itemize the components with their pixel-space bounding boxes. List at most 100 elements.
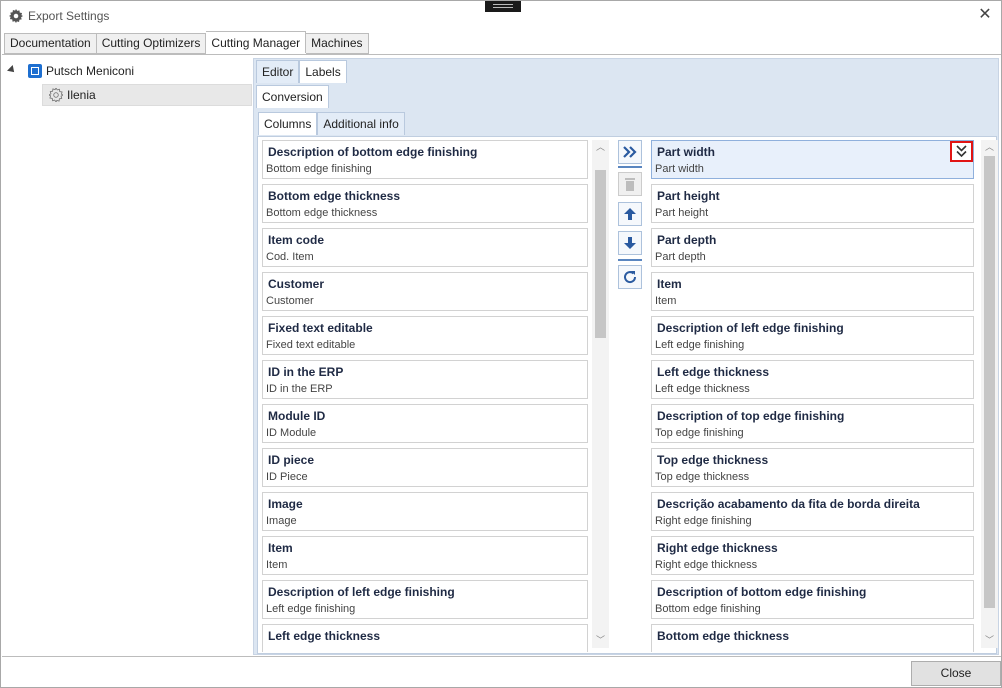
close-icon[interactable]: ✕ [977,6,993,24]
tab-cutting-optimizers[interactable]: Cutting Optimizers [96,33,207,54]
column-name: Module ID [268,409,326,423]
column-label: Item [655,295,677,307]
column-label: Left edge thickness [655,383,750,395]
machine-icon [28,64,42,78]
tab-machines[interactable]: Machines [306,33,369,54]
editor-tabs: Editor Labels [256,60,347,83]
tab-additional-info[interactable]: Additional info [317,112,405,135]
list-item[interactable]: Description of bottom edge finishing Bott… [651,580,974,619]
refresh-icon [624,271,637,284]
tab-cutting-manager[interactable]: Cutting Manager [206,31,307,53]
title-bar: Export Settings ✕ [1,1,1001,31]
list-item[interactable]: Description of top edge finishing Top edg… [651,404,974,443]
column-name: ID piece [268,453,315,467]
move-up-button[interactable] [618,202,642,226]
column-label: Image [266,515,297,527]
add-column-button[interactable] [618,140,642,164]
list-item[interactable]: Fixed text editable Fixed text editable [262,316,588,355]
column-label: Left edge finishing [266,603,356,615]
main-tabs: Documentation Cutting Optimizers Cutting… [4,31,369,54]
tab-columns[interactable]: Columns [258,112,318,135]
column-name: Right edge thickness [657,541,778,555]
column-name: Item [268,541,293,555]
list-item[interactable]: Bottom edge thickness Bottom edge thickne… [262,184,588,223]
window-drag-handle[interactable] [485,1,521,12]
list-item[interactable]: Customer Customer [262,272,588,311]
tree-node-root[interactable]: Putsch Meniconi [2,60,252,82]
list-item[interactable]: Left edge thickness Left edge thickness [651,360,974,399]
column-label: Top edge thickness [655,471,750,483]
gear-icon [9,9,23,23]
double-chevron-down-icon [956,145,967,158]
column-name: Bottom edge thickness [657,629,790,643]
column-label: ID in the ERP [266,383,333,395]
tab-editor[interactable]: Editor [256,60,300,83]
reset-button[interactable] [618,265,642,289]
tab-documentation[interactable]: Documentation [4,33,97,54]
list-item[interactable]: Image Image [262,492,588,531]
column-name: Part width [657,145,716,159]
expand-item-button[interactable] [950,141,973,162]
list-item[interactable]: ID in the ERP ID in the ERP [262,360,588,399]
list-item[interactable]: Description of left edge finishing Left e… [262,580,588,619]
double-chevron-right-icon [623,146,637,158]
list-item[interactable]: Left edge thickness [262,624,588,652]
list-item[interactable]: Item Item [651,272,974,311]
scroll-up-icon[interactable]: ︿ [981,140,998,155]
list-item[interactable]: Part width Part width [651,140,974,179]
collapse-icon[interactable] [7,65,17,75]
column-label: Right edge finishing [655,515,752,527]
tree-view: Putsch Meniconi Ilenia [2,55,253,655]
tab-labels[interactable]: Labels [299,60,347,83]
list-item[interactable]: Description of bottom edge finishing Bott… [262,140,588,179]
column-name: Left edge thickness [657,365,770,379]
list-item[interactable]: Descrição acabamento da fita de borda di… [651,492,974,531]
trash-icon [625,178,635,191]
list-item[interactable]: Item code Cod. Item [262,228,588,267]
column-label: Top edge finishing [655,427,744,439]
scroll-down-icon[interactable]: ﹀ [592,633,609,648]
column-label: Part depth [655,251,706,263]
list-item[interactable]: Part height Part height [651,184,974,223]
tab-conversion[interactable]: Conversion [256,85,329,108]
move-down-button[interactable] [618,231,642,255]
scroll-thumb[interactable] [595,170,606,338]
tree-node-child[interactable]: Ilenia [42,84,252,106]
list-item[interactable]: Description of left edge finishing Left e… [651,316,974,355]
window-title: Export Settings [28,9,110,23]
scroll-thumb[interactable] [984,156,995,608]
tree-node-label: Ilenia [67,88,96,102]
column-name: Descrição acabamento da fita de borda di… [657,497,920,511]
column-name: Description of bottom edge finishing [657,585,867,599]
list-item[interactable]: ID piece ID Piece [262,448,588,487]
column-label: Bottom edge finishing [266,163,372,175]
footer-divider [2,656,1001,657]
column-name: Description of bottom edge finishing [268,145,478,159]
column-name: ID in the ERP [268,365,344,379]
export-settings-window: Export Settings ✕ Documentation Cutting … [0,0,1002,688]
available-columns-scrollbar[interactable]: ︿ ﹀ [592,140,609,648]
column-label: Fixed text editable [266,339,356,351]
column-label: Bottom edge finishing [655,603,761,615]
available-columns-list: Description of bottom edge finishing Bott… [262,140,588,652]
column-label: Part width [655,163,704,175]
list-item[interactable]: Top edge thickness Top edge thickness [651,448,974,487]
scroll-up-icon[interactable]: ︿ [592,140,609,155]
tree-node-label: Putsch Meniconi [46,64,135,78]
settings-panel: Editor Labels Conversion Columns Additio… [253,58,999,655]
column-name: Description of top edge finishing [657,409,845,423]
close-button[interactable]: Close [911,661,1001,686]
list-item[interactable]: Part depth Part depth [651,228,974,267]
arrow-up-icon [624,208,636,220]
list-item[interactable]: Bottom edge thickness [651,624,974,652]
delete-column-button[interactable] [618,172,642,196]
list-item[interactable]: Module ID ID Module [262,404,588,443]
column-label: Cod. Item [266,251,314,263]
column-name: Bottom edge thickness [268,189,401,203]
column-label: Left edge finishing [655,339,745,351]
list-item[interactable]: Right edge thickness Right edge thickness [651,536,974,575]
scroll-down-icon[interactable]: ﹀ [981,633,998,648]
list-item[interactable]: Item Item [262,536,588,575]
selected-columns-scrollbar[interactable]: ︿ ﹀ [981,140,998,648]
column-name: Left edge thickness [268,629,381,643]
